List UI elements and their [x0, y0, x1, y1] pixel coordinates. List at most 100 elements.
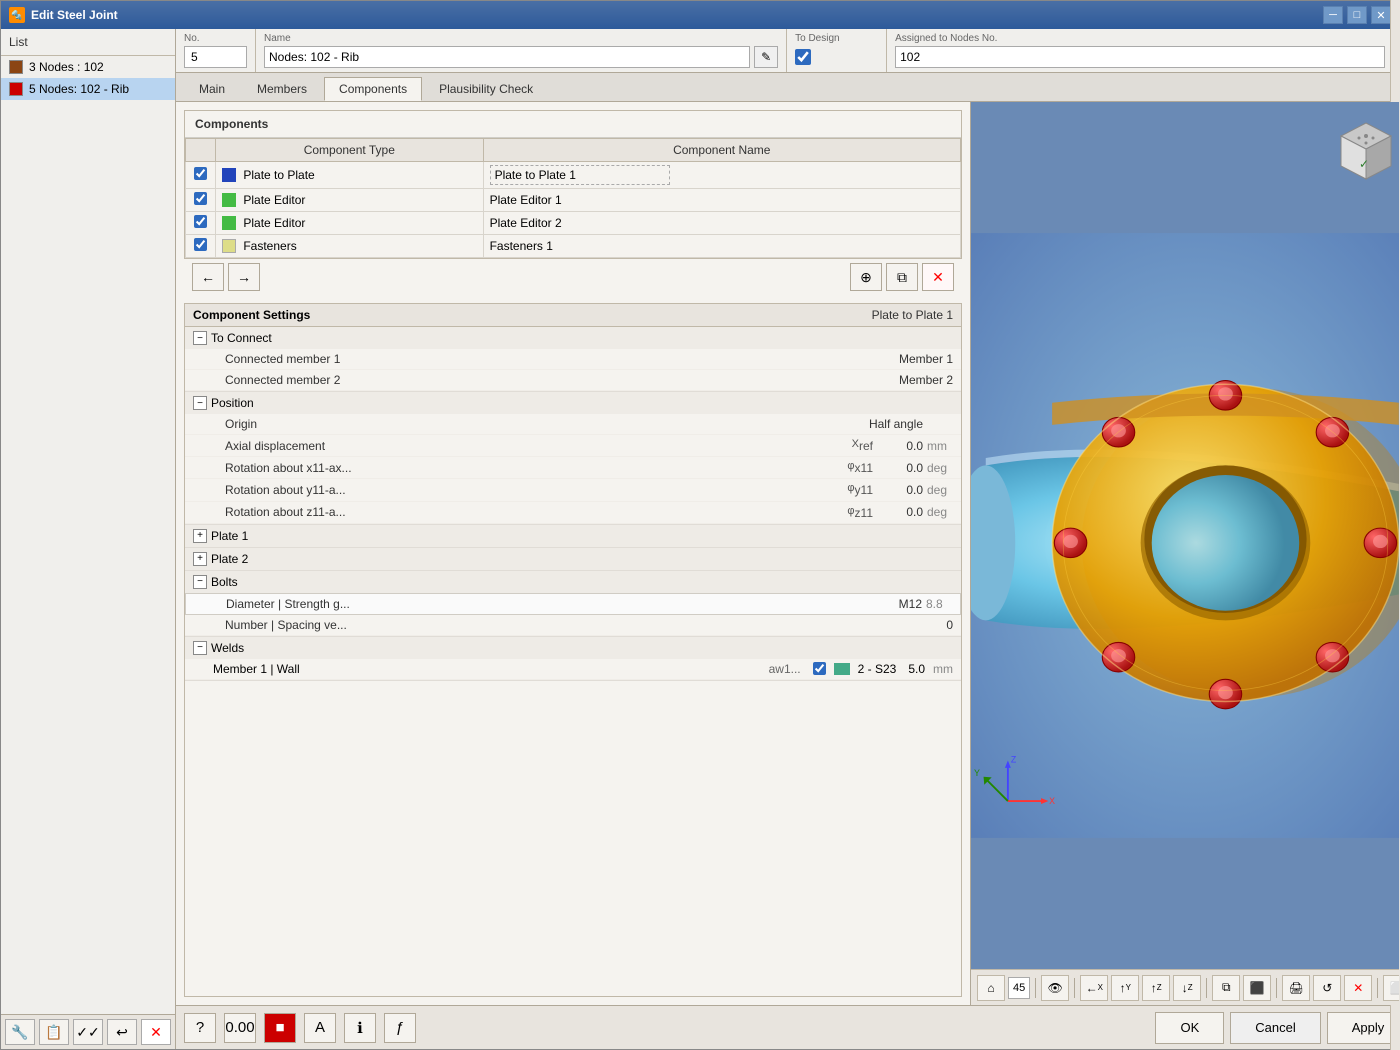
rot-z11-label: Rotation about z11-a...: [213, 505, 833, 519]
no-value: 5: [184, 46, 247, 68]
tab-components[interactable]: Components: [324, 77, 422, 101]
viewer-btn-layer1[interactable]: ⧉: [1212, 975, 1240, 1001]
title-bar-left: 🔩 Edit Steel Joint: [9, 7, 118, 23]
name-edit-button[interactable]: ✎: [754, 46, 778, 68]
viewer-btn-up-y[interactable]: ↑Y: [1111, 975, 1139, 1001]
comp-check-1[interactable]: [186, 189, 216, 212]
formula-button[interactable]: ƒ: [384, 1013, 416, 1043]
components-table: Component Type Component Name: [185, 138, 961, 258]
viewer-btn-close-view[interactable]: ✕: [1344, 975, 1372, 1001]
plate2-toggle[interactable]: +: [193, 552, 207, 566]
move-left-button[interactable]: ←: [192, 263, 224, 291]
move-right-button[interactable]: →: [228, 263, 260, 291]
viewer-btn-settings[interactable]: ⬜: [1383, 975, 1399, 1001]
comp-row-3[interactable]: Fasteners Fasteners 1: [186, 235, 961, 258]
svg-text:Y: Y: [974, 768, 980, 778]
bolts-header[interactable]: − Bolts: [185, 571, 961, 593]
tab-plausibility[interactable]: Plausibility Check: [424, 77, 548, 101]
add-component-button[interactable]: ⊕: [850, 263, 882, 291]
viewer-btn-print[interactable]: 🖨: [1282, 975, 1310, 1001]
viewer-btn-layer2[interactable]: ⬛: [1243, 975, 1271, 1001]
cancel-button[interactable]: Cancel: [1230, 1012, 1320, 1044]
scene-svg: Z X Y: [971, 102, 1399, 969]
check-button[interactable]: ✓✓: [73, 1019, 103, 1045]
to-connect-header[interactable]: − To Connect: [185, 327, 961, 349]
copy-button[interactable]: 📋: [39, 1019, 69, 1045]
plate1-label: Plate 1: [211, 529, 248, 543]
axial-disp-value: 0.0: [873, 439, 923, 453]
delete-component-button[interactable]: ✕: [922, 263, 954, 291]
svg-text:Z: Z: [1011, 755, 1017, 765]
comp-toolbar: ← → ⊕ ⧉ ✕: [184, 259, 962, 295]
comp-row-2[interactable]: Plate Editor Plate Editor 2: [186, 212, 961, 235]
close-button[interactable]: ✕: [1371, 6, 1391, 24]
assigned-input[interactable]: [895, 46, 1385, 68]
apply-button[interactable]: Apply: [1327, 1012, 1399, 1044]
minimize-button[interactable]: ─: [1323, 6, 1343, 24]
axial-disp-unit: mm: [923, 439, 953, 453]
red-button[interactable]: ■: [264, 1013, 296, 1043]
comp-name-0: [483, 162, 960, 189]
rot-y11-row: Rotation about y11-a... φy11 0.0 deg: [185, 479, 961, 501]
vt-sep-3: [1206, 978, 1207, 998]
weld-check-1[interactable]: [813, 662, 826, 675]
to-design-checkbox[interactable]: [795, 49, 811, 65]
bolt-diameter-value: M12: [862, 597, 922, 611]
comp-checkbox-3[interactable]: [194, 238, 207, 251]
to-connect-toggle[interactable]: −: [193, 331, 207, 345]
position-header[interactable]: − Position: [185, 392, 961, 414]
weld-value-1: 2 - S23: [858, 662, 897, 676]
viewer-btn-rotate[interactable]: ↺: [1313, 975, 1341, 1001]
zero-button[interactable]: 0.00: [224, 1013, 256, 1043]
plate1-toggle[interactable]: +: [193, 529, 207, 543]
window-title: Edit Steel Joint: [31, 8, 118, 22]
tab-main[interactable]: Main: [184, 77, 240, 101]
comp-checkbox-1[interactable]: [194, 192, 207, 205]
position-toggle[interactable]: −: [193, 396, 207, 410]
viewer-btn-down-z[interactable]: ↓Z: [1173, 975, 1201, 1001]
info-button[interactable]: ℹ: [344, 1013, 376, 1043]
comp-checkbox-0[interactable]: [194, 167, 207, 180]
delete-button[interactable]: ✕: [141, 1019, 171, 1045]
viewer-btn-left-x[interactable]: ←X: [1080, 975, 1108, 1001]
duplicate-component-button[interactable]: ⧉: [886, 263, 918, 291]
plate2-group: + Plate 2: [185, 548, 961, 571]
app-icon: 🔩: [9, 7, 25, 23]
tabs: Main Members Components Plausibility Che…: [176, 73, 1399, 102]
comp-check-0[interactable]: [186, 162, 216, 189]
bolts-toggle[interactable]: −: [193, 575, 207, 589]
viewer-btn-up-z[interactable]: ↑Z: [1142, 975, 1170, 1001]
welds-toggle[interactable]: −: [193, 641, 207, 655]
name-input[interactable]: [264, 46, 750, 68]
rot-y11-value: 0.0: [873, 483, 923, 497]
list-item-2[interactable]: 5 Nodes: 102 - Rib: [1, 78, 175, 100]
comp-type-2: Plate Editor: [216, 212, 484, 235]
list-item-color-2: [9, 82, 23, 96]
comp-check-3[interactable]: [186, 235, 216, 258]
plate2-header[interactable]: + Plate 2: [185, 548, 961, 570]
help-button[interactable]: ?: [184, 1013, 216, 1043]
comp-name-input-0[interactable]: [490, 165, 670, 185]
left-panel-footer: 🔧 📋 ✓✓ ↩ ✕: [1, 1014, 175, 1049]
tab-members[interactable]: Members: [242, 77, 322, 101]
viewer-btn-eye[interactable]: 👁: [1041, 975, 1069, 1001]
text-button[interactable]: A: [304, 1013, 336, 1043]
components-section-header: Components: [185, 111, 961, 138]
connected-member-2-label: Connected member 2: [213, 373, 893, 387]
ok-button[interactable]: OK: [1155, 1012, 1224, 1044]
new-joint-button[interactable]: 🔧: [5, 1019, 35, 1045]
comp-row-1[interactable]: Plate Editor Plate Editor 1: [186, 189, 961, 212]
origin-label: Origin: [213, 417, 863, 431]
nav-cube[interactable]: ✓: [1331, 118, 1399, 188]
welds-header[interactable]: − Welds: [185, 637, 961, 659]
undo-button[interactable]: ↩: [107, 1019, 137, 1045]
viewer-btn-home[interactable]: ⌂: [977, 975, 1005, 1001]
maximize-button[interactable]: □: [1347, 6, 1367, 24]
assigned-field: Assigned to Nodes No. ✕: [887, 29, 1399, 72]
comp-check-2[interactable]: [186, 212, 216, 235]
list-item-1[interactable]: 3 Nodes : 102: [1, 56, 175, 78]
rot-x11-value: 0.0: [873, 461, 923, 475]
comp-row-0[interactable]: Plate to Plate: [186, 162, 961, 189]
plate1-header[interactable]: + Plate 1: [185, 525, 961, 547]
comp-checkbox-2[interactable]: [194, 215, 207, 228]
